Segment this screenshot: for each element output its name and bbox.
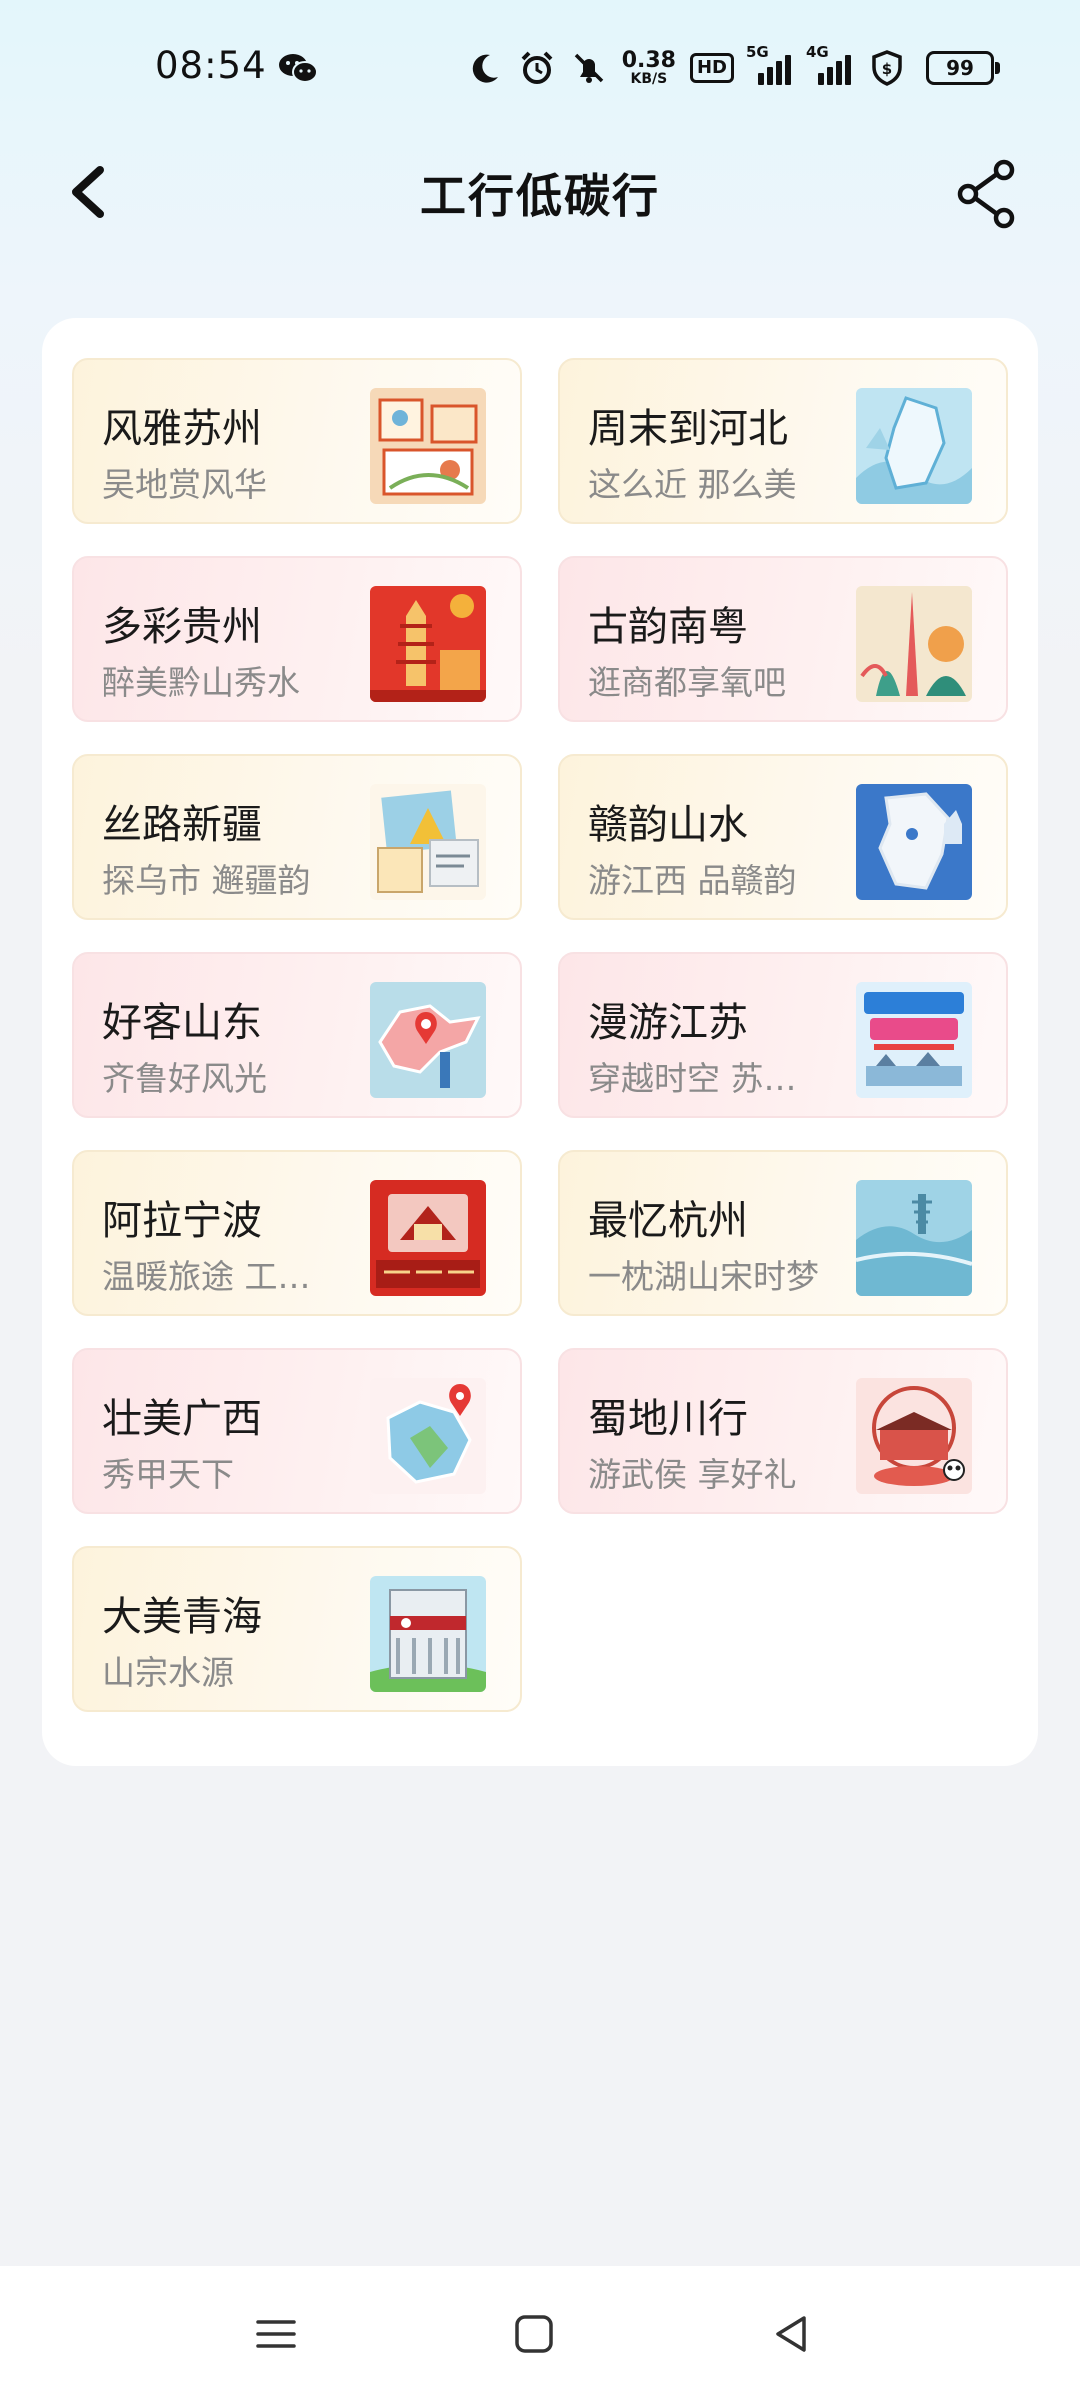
tile-guizhou[interactable]: 多彩贵州 醉美黔山秀水: [72, 556, 522, 722]
tile-title: 丝路新疆: [102, 802, 262, 848]
tile-qinghai[interactable]: 大美青海 山宗水源: [72, 1546, 522, 1712]
share-icon: [957, 159, 1015, 229]
shandong-map-image: [370, 982, 486, 1098]
moon-icon: [472, 54, 498, 83]
wechat-icon: [278, 52, 318, 84]
tile-guangdong[interactable]: 古韵南粤 逛商都享氧吧: [558, 556, 1008, 722]
tile-subtitle: 一枕湖山宋时梦: [588, 1257, 819, 1296]
tile-title: 多彩贵州: [102, 604, 262, 650]
status-bar: 08:54 0.38 KB/S HD 5G 4G $ 99: [0, 0, 1080, 140]
destinations-panel: 风雅苏州 吴地赏风华 周末到河北 这么近 那么美 多彩贵州 醉美黔山秀水 古韵南…: [42, 318, 1038, 1766]
tile-jiangsu[interactable]: 漫游江苏 穿越时空 苏韵…: [558, 952, 1008, 1118]
network-speed: 0.38 KB/S: [621, 48, 676, 87]
tile-subtitle: 探乌市 邂疆韵: [102, 861, 311, 900]
signal-4g-icon: 4G: [806, 43, 854, 85]
sichuan-illustration-image: [856, 1378, 972, 1494]
tile-title: 阿拉宁波: [102, 1198, 262, 1244]
tile-title: 古韵南粤: [588, 604, 748, 650]
tile-subtitle: 游江西 品赣韵: [588, 861, 797, 900]
app-header: 工行低碳行: [0, 140, 1080, 240]
tile-title: 壮美广西: [102, 1396, 262, 1442]
page-title: 工行低碳行: [420, 169, 660, 223]
tile-subtitle: 这么近 那么美: [588, 465, 797, 504]
mute-icon: [574, 53, 603, 83]
guizhou-illustration-image: [370, 586, 486, 702]
qinghai-bank-building-image: [370, 1576, 486, 1692]
battery-icon: 99: [926, 51, 1000, 85]
tile-title: 周末到河北: [588, 406, 788, 452]
tile-subtitle: 吴地赏风华: [102, 465, 267, 504]
tile-title: 好客山东: [102, 1000, 262, 1046]
home-button[interactable]: [506, 2306, 562, 2362]
guangxi-map-image: [370, 1378, 486, 1494]
tile-subtitle: 醉美黔山秀水: [102, 663, 300, 702]
tile-sichuan[interactable]: 蜀地川行 游武侯 享好礼: [558, 1348, 1008, 1514]
shield-dollar-icon: $: [872, 50, 902, 86]
share-button[interactable]: [952, 152, 1022, 232]
jiangxi-map-image: [856, 784, 972, 900]
tile-subtitle: 秀甲天下: [102, 1455, 234, 1494]
signal-5g-icon: 5G: [746, 43, 794, 85]
hangzhou-scene-image: [856, 1180, 972, 1296]
tile-subtitle: 逛商都享氧吧: [588, 663, 786, 702]
tile-ningbo[interactable]: 阿拉宁波 温暖旅途 工行…: [72, 1150, 522, 1316]
system-navigation-bar: [0, 2266, 1080, 2400]
square-home-icon: [515, 2315, 553, 2353]
tile-guangxi[interactable]: 壮美广西 秀甲天下: [72, 1348, 522, 1514]
tile-suzhou[interactable]: 风雅苏州 吴地赏风华: [72, 358, 522, 524]
jiangsu-poster-image: [856, 982, 972, 1098]
guangdong-illustration-image: [856, 586, 972, 702]
tile-subtitle: 游武侯 享好礼: [588, 1455, 797, 1494]
menu-lines-icon: [256, 2320, 296, 2348]
hebei-map-image: [856, 388, 972, 504]
tile-title: 风雅苏州: [102, 406, 262, 452]
tile-shandong[interactable]: 好客山东 齐鲁好风光: [72, 952, 522, 1118]
tile-subtitle: 齐鲁好风光: [102, 1059, 267, 1098]
tile-title: 赣韵山水: [588, 802, 748, 848]
tile-jiangxi[interactable]: 赣韵山水 游江西 品赣韵: [558, 754, 1008, 920]
tile-subtitle: 穿越时空 苏韵…: [588, 1059, 828, 1098]
back-nav-button[interactable]: [764, 2306, 820, 2362]
xinjiang-illustration-image: [370, 784, 486, 900]
tile-hebei[interactable]: 周末到河北 这么近 那么美: [558, 358, 1008, 524]
ningbo-poster-image: [370, 1180, 486, 1296]
menu-button[interactable]: [248, 2306, 304, 2362]
tile-title: 蜀地川行: [588, 1396, 748, 1442]
hd-voice-icon: HD: [689, 53, 734, 83]
tile-subtitle: 温暖旅途 工行…: [102, 1257, 342, 1296]
status-time: 08:54: [155, 44, 267, 87]
tile-xinjiang[interactable]: 丝路新疆 探乌市 邂疆韵: [72, 754, 522, 920]
tile-title: 大美青海: [102, 1594, 262, 1640]
tile-title: 最忆杭州: [588, 1198, 748, 1244]
tile-title: 漫游江苏: [588, 1000, 748, 1046]
tile-hangzhou[interactable]: 最忆杭州 一枕湖山宋时梦: [558, 1150, 1008, 1316]
svg-text:$: $: [882, 60, 892, 78]
tile-subtitle: 山宗水源: [102, 1653, 234, 1692]
suzhou-illustration-image: [370, 388, 486, 504]
alarm-icon: [521, 51, 553, 84]
triangle-back-icon: [776, 2316, 806, 2352]
